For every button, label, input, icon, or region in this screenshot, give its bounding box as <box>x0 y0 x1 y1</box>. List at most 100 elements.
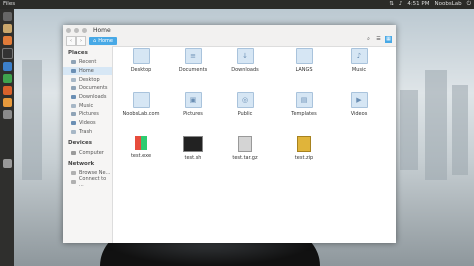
downloads-icon <box>71 95 76 100</box>
sidebar-item-label: Trash <box>79 128 93 135</box>
file-item[interactable]: test.sh <box>168 136 218 161</box>
file-item[interactable]: test.zip <box>279 136 329 161</box>
calc-launcher-icon[interactable] <box>2 74 12 83</box>
network-header: Network <box>68 160 95 167</box>
minimize-button[interactable] <box>74 27 79 33</box>
file-item[interactable]: Desktop <box>116 48 166 73</box>
sidebar-item-trash[interactable]: Trash <box>63 128 112 137</box>
computer-icon <box>71 150 76 155</box>
volume-icon[interactable]: ♪ <box>399 0 403 9</box>
sidebar: Places Recent Home Desktop Documents Downloa… <box>63 46 113 243</box>
file-name: test.sh <box>184 155 202 161</box>
file-name: Downloads <box>231 67 259 73</box>
user-name[interactable]: NoobsLab <box>435 0 462 9</box>
folder-icon <box>132 92 150 108</box>
sidebar-item-label: Music <box>79 102 94 109</box>
sidebar-item-label: Computer <box>79 149 104 156</box>
file-item[interactable]: test.tar.gz <box>220 136 270 161</box>
folder-icon: ≡ <box>184 48 202 64</box>
browser-launcher-icon[interactable] <box>2 36 12 45</box>
home-icon <box>71 69 76 74</box>
file-name: test.exe <box>130 153 152 159</box>
documents-icon <box>71 86 76 91</box>
zip-archive-icon <box>297 136 311 152</box>
window-titlebar[interactable]: Home <box>63 25 396 35</box>
clock[interactable]: 4:51 PM <box>407 0 429 9</box>
file-item[interactable]: ♪ Music <box>334 48 384 73</box>
file-name: test.tar.gz <box>232 155 258 161</box>
back-button[interactable]: ‹ <box>66 35 76 46</box>
sidebar-item-label: Recent <box>79 59 97 66</box>
file-name: LANGS <box>295 67 313 73</box>
home-icon: ⌂ <box>93 37 97 44</box>
forward-button[interactable]: › <box>76 35 86 46</box>
file-item[interactable]: test.exe <box>116 136 166 159</box>
places-header: Places <box>68 50 88 56</box>
pictures-icon <box>71 112 76 117</box>
breadcrumb-label: Home <box>98 37 113 44</box>
wallpaper-building <box>425 70 447 180</box>
network-icon[interactable]: ⇅ <box>389 0 394 9</box>
file-item[interactable]: ▶ Videos <box>334 92 384 117</box>
wallpaper-building <box>400 90 418 170</box>
sidebar-item-label: Documents <box>79 85 108 92</box>
file-name: Documents <box>178 67 208 73</box>
power-icon[interactable]: ⏻ <box>467 0 471 9</box>
file-item[interactable]: ≡ Documents <box>168 48 218 73</box>
sidebar-item-downloads[interactable]: Downloads <box>63 93 112 102</box>
sidebar-item-pictures[interactable]: Pictures <box>63 110 112 119</box>
top-panel: Files ⇅ ♪ 4:51 PM NoobsLab ⏻ <box>0 0 474 9</box>
folder-icon: ♪ <box>350 48 368 64</box>
file-name: Desktop <box>130 67 152 73</box>
file-item[interactable]: ▤ Templates <box>279 92 329 117</box>
folder-icon <box>132 48 150 64</box>
sidebar-item-label: Desktop <box>79 76 100 83</box>
sidebar-item-music[interactable]: Music <box>63 101 112 110</box>
software-center-icon[interactable] <box>2 98 12 107</box>
settings-launcher-icon[interactable] <box>2 110 12 119</box>
file-name: test.zip <box>294 155 314 161</box>
files-launcher-icon[interactable] <box>2 24 12 33</box>
sidebar-item-label: Videos <box>79 120 96 127</box>
app-title: Files <box>3 1 16 7</box>
videos-icon <box>71 121 76 126</box>
file-item[interactable]: ▣ Pictures <box>168 92 218 117</box>
connect-to-icon <box>71 179 76 184</box>
browse-ne-icon <box>71 171 76 176</box>
launcher <box>0 9 14 266</box>
breadcrumb-home[interactable]: ⌂ Home <box>89 36 117 45</box>
trash-icon <box>71 129 76 134</box>
music-icon <box>71 103 76 108</box>
maximize-button[interactable] <box>82 27 87 33</box>
writer-launcher-icon[interactable] <box>2 62 12 71</box>
grid-view-icon[interactable]: ▦ <box>385 36 392 43</box>
search-icon[interactable]: ⌕ <box>365 36 372 43</box>
folder-icon: ◎ <box>236 92 254 108</box>
impress-launcher-icon[interactable] <box>2 86 12 95</box>
file-name: Templates <box>291 111 317 117</box>
dash-icon[interactable] <box>2 12 12 21</box>
terminal-launcher-icon[interactable] <box>1 48 13 59</box>
sidebar-item-documents[interactable]: Documents <box>63 84 112 93</box>
sidebar-item-recent[interactable]: Recent <box>63 58 112 67</box>
file-name: Public <box>237 111 253 117</box>
sidebar-item-label: Connect to ... <box>78 175 107 188</box>
close-button[interactable] <box>66 27 71 33</box>
folder-icon <box>295 48 313 64</box>
wallpaper-building <box>452 85 468 175</box>
sidebar-item-home[interactable]: Home <box>63 66 112 76</box>
trash-launcher-icon[interactable] <box>2 159 12 168</box>
file-item[interactable]: ◎ Public <box>220 92 270 117</box>
sidebar-item-desktop[interactable]: Desktop <box>63 75 112 84</box>
file-manager-window: Home ‹ › ⌂ Home ⌕ ☰ ▦ Places Recent Home D… <box>63 25 396 243</box>
sidebar-item-connect-to[interactable]: Connect to ... <box>63 175 112 188</box>
file-item[interactable]: NoobsLab.com <box>116 92 166 117</box>
sidebar-item-videos[interactable]: Videos <box>63 119 112 128</box>
file-item[interactable]: LANGS <box>279 48 329 73</box>
sidebar-item-label: Downloads <box>79 94 107 101</box>
archive-icon <box>238 136 252 152</box>
file-item[interactable]: ↓ Downloads <box>220 48 270 73</box>
file-name: NoobsLab.com <box>122 111 160 117</box>
list-view-icon[interactable]: ☰ <box>375 36 382 43</box>
sidebar-item-computer[interactable]: Computer <box>63 148 112 157</box>
